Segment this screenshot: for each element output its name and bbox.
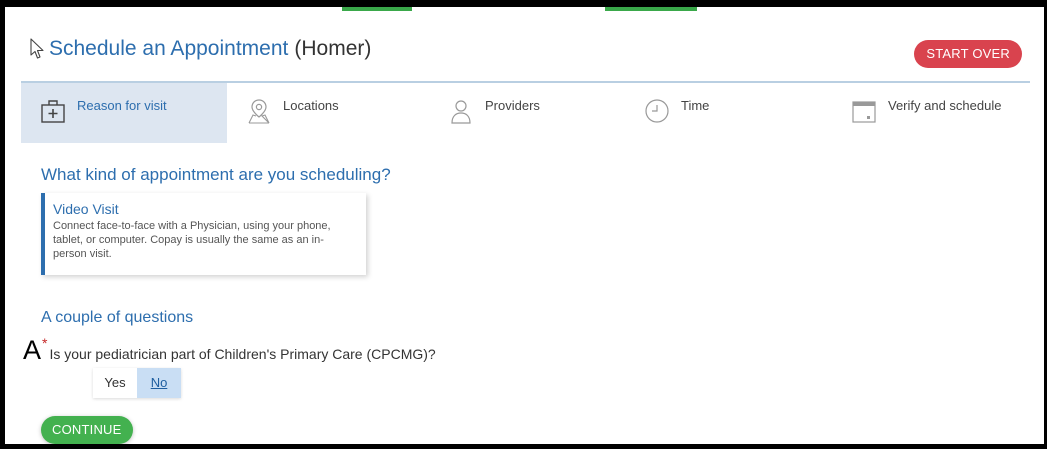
step-locations[interactable]: Locations	[227, 83, 429, 143]
yes-button[interactable]: Yes	[93, 368, 137, 398]
progress-steps: Reason for visit Locations Providers Tim…	[21, 83, 1030, 143]
questions-section-title: A couple of questions	[41, 309, 194, 326]
no-button[interactable]: No	[137, 368, 181, 398]
person-icon	[451, 100, 471, 124]
step-verify-and-schedule[interactable]: Verify and schedule	[832, 83, 1030, 143]
step-reason-for-visit[interactable]: Reason for visit	[21, 83, 227, 143]
pediatrician-question: Is your pediatrician part of Children's …	[49, 346, 436, 362]
step-label: Providers	[485, 98, 540, 113]
question-row: A * Is your pediatrician part of Childre…	[23, 335, 436, 365]
map-pin-icon	[248, 99, 270, 124]
video-visit-card[interactable]: Video Visit Connect face-to-face with a …	[41, 193, 366, 275]
title-text: Schedule an Appointment	[49, 37, 289, 60]
visit-type-description: Connect face-to-face with a Physician, u…	[53, 220, 331, 260]
page-title: Schedule an Appointment (Homer)	[29, 37, 371, 61]
first-aid-kit-icon	[41, 100, 65, 123]
continue-button[interactable]: CONTINUE	[41, 416, 133, 444]
step-label: Reason for visit	[77, 98, 167, 113]
top-edge-strips	[5, 7, 1044, 13]
appointment-type-question: What kind of appointment are you schedul…	[41, 165, 391, 184]
step-label: Locations	[283, 98, 339, 113]
calendar-icon	[852, 101, 876, 123]
step-time[interactable]: Time	[625, 83, 832, 143]
clock-icon	[645, 99, 669, 123]
start-over-button[interactable]: START OVER	[914, 40, 1022, 68]
page-header: Schedule an Appointment (Homer) START OV…	[21, 29, 1030, 83]
step-providers[interactable]: Providers	[429, 83, 625, 143]
step-label: Verify and schedule	[888, 98, 1002, 113]
step-label: Time	[681, 98, 710, 113]
annotation-letter: A	[23, 335, 42, 365]
top-strip-left	[342, 7, 412, 11]
top-strip-right	[605, 7, 697, 11]
app-window: Schedule an Appointment (Homer) START OV…	[0, 0, 1047, 449]
yes-no-toggle: Yes No	[93, 368, 181, 398]
required-marker: *	[42, 335, 48, 351]
visit-type-title: Video Visit	[53, 201, 119, 217]
mouse-cursor-icon	[30, 38, 44, 59]
patient-name: (Homer)	[294, 37, 372, 60]
